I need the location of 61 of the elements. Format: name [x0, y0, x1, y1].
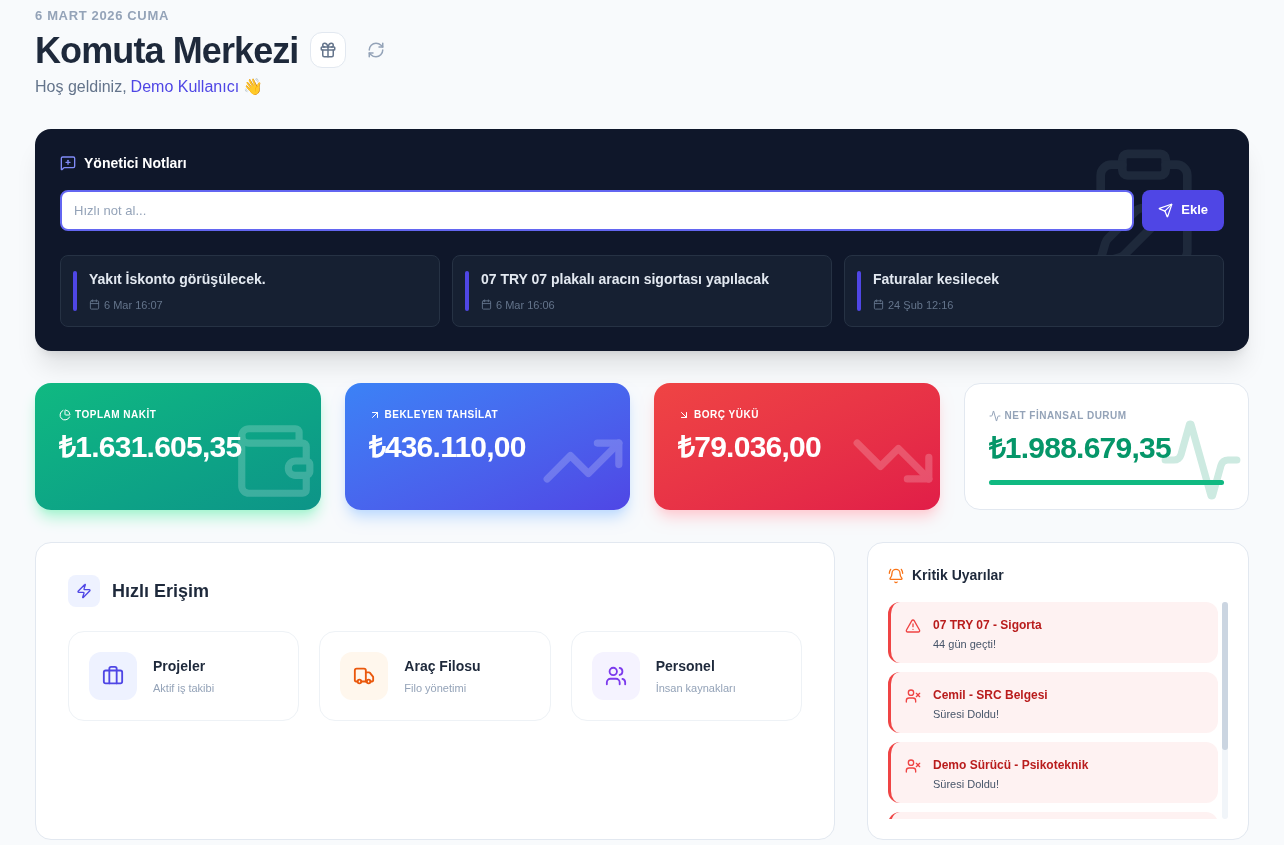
note-text: Yakıt İskonto görüşülecek. — [89, 269, 266, 289]
stat-label: TOPLAM NAKİT — [75, 407, 157, 422]
add-button[interactable]: Ekle — [1142, 189, 1224, 231]
refresh-icon — [367, 41, 386, 59]
user-name: Demo Kullanıcı — [130, 76, 240, 97]
warning-icon — [905, 618, 921, 634]
gift-button[interactable] — [310, 32, 347, 68]
user-x-icon — [905, 758, 921, 774]
date-label: 6 MART 2026 CUMA — [35, 7, 170, 25]
greeting-text: Hoş geldiniz, — [35, 76, 127, 97]
alert-title: 07 TRY 07 - Sigorta — [933, 617, 1042, 634]
lightning-icon — [68, 575, 100, 607]
pie-chart-icon — [59, 408, 71, 421]
note-text: 07 TRY 07 plakalı aracın sigortası yapılacak — [481, 269, 769, 289]
card-subtitle: Aktif iş takibi — [153, 680, 215, 696]
user-x-icon — [905, 688, 921, 704]
alert-card[interactable]: Demo Sürücü - Psikoteknik Süresi Doldu! — [888, 742, 1218, 803]
quick-access-title: Hızlı Erişim — [112, 579, 210, 603]
alert-detail: Süresi Doldu! — [933, 707, 1001, 722]
card-title: Personel — [655, 656, 716, 676]
truck-icon — [340, 652, 389, 700]
alert-title: Cemil - SRC Belgesi — [933, 687, 1048, 704]
page-title: Komuta Merkezi — [35, 28, 299, 73]
calendar-icon — [873, 299, 884, 311]
stat-value: ₺79.036,00 — [678, 429, 822, 465]
pulse-icon — [988, 409, 1001, 422]
users-icon — [591, 652, 640, 700]
stat-label: NET FİNANSAL DURUM — [1004, 408, 1127, 423]
stat-label: BEKLEYEN TAHSİLAT — [384, 407, 499, 422]
alert-detail: Süresi Doldu! — [933, 777, 1001, 792]
note-date: 6 Mar 16:06 — [496, 297, 555, 313]
send-icon — [1158, 202, 1174, 218]
quick-access-card[interactable]: Araç Filosu Filo yönetimi — [319, 631, 551, 721]
quick-access-card[interactable]: Personel İnsan kaynakları — [570, 631, 802, 721]
card-subtitle: İnsan kaynakları — [655, 680, 736, 696]
card-subtitle: Filo yönetimi — [404, 680, 468, 696]
stat-value: ₺1.988.679,35 — [988, 430, 1172, 466]
stat-value: ₺1.631.605,35 — [59, 429, 243, 465]
scrollbar[interactable] — [1222, 602, 1228, 819]
notes-title: Yönetici Notları — [84, 153, 187, 173]
alert-card[interactable]: Cemil - SRC Belgesi Süresi Doldu! — [888, 672, 1218, 733]
note-date: 24 Şub 12:16 — [888, 297, 954, 313]
message-plus-icon — [60, 155, 76, 171]
card-title: Projeler — [153, 656, 207, 676]
wave-emoji: 👋 — [243, 76, 264, 97]
note-input-field[interactable]: Hızlı not al... — [60, 189, 1135, 231]
bell-icon — [888, 567, 904, 584]
stat-value: ₺436.110,00 — [368, 429, 527, 465]
briefcase-icon — [89, 652, 137, 700]
alert-title: Demo Sürücü - Psikoteknik — [933, 757, 1089, 774]
alert-detail: 44 gün geçti! — [933, 637, 997, 652]
alert-card[interactable]: 07 TRY 07 - Sigorta 44 gün geçti! — [888, 602, 1218, 663]
note-text: Faturalar kesilecek — [873, 269, 1000, 289]
alerts-title: Kritik Uyarılar — [912, 566, 1004, 585]
card-title: Araç Filosu — [404, 656, 481, 676]
stat-label: BORÇ YÜKÜ — [694, 407, 759, 422]
note-date: 6 Mar 16:07 — [104, 297, 163, 313]
calendar-icon — [89, 299, 100, 311]
quick-access-card[interactable]: Projeler Aktif iş takibi — [68, 631, 300, 721]
gift-icon — [319, 41, 338, 59]
calendar-icon — [481, 299, 492, 311]
